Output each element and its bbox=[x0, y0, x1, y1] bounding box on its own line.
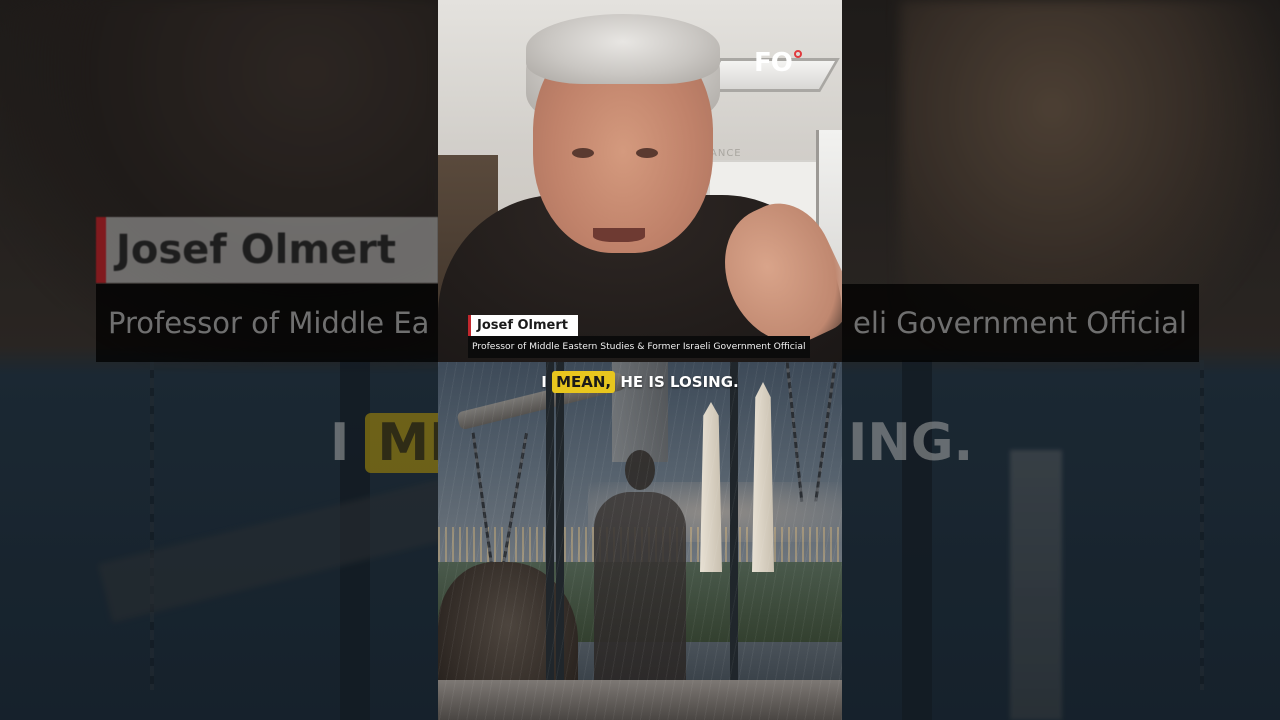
lower-third-name: Josef Olmert bbox=[468, 315, 578, 336]
fo-logo-dot-icon bbox=[793, 50, 802, 58]
speaker-eye-left bbox=[572, 148, 594, 158]
broll-scene bbox=[438, 362, 842, 720]
speaker-eye-right bbox=[636, 148, 658, 158]
speaker-mouth bbox=[593, 228, 645, 242]
subtitle-caption: I MEAN, HE IS LOSING. bbox=[438, 371, 842, 393]
wall-text: ANCE bbox=[710, 148, 742, 159]
fo-logo: FO bbox=[754, 48, 802, 78]
caption-highlight: MEAN, bbox=[552, 371, 616, 393]
caption-rest: HE IS LOSING. bbox=[620, 373, 739, 391]
caption-prefix: I bbox=[541, 373, 547, 391]
video-frame[interactable]: ANCE FO Josef Olmert Professor of Middle… bbox=[438, 0, 842, 720]
fo-logo-text: FO bbox=[754, 48, 793, 78]
lower-third-title: Professor of Middle Eastern Studies & Fo… bbox=[468, 336, 810, 358]
speaker-hair-top bbox=[526, 14, 720, 84]
rain-overlay bbox=[438, 362, 842, 720]
